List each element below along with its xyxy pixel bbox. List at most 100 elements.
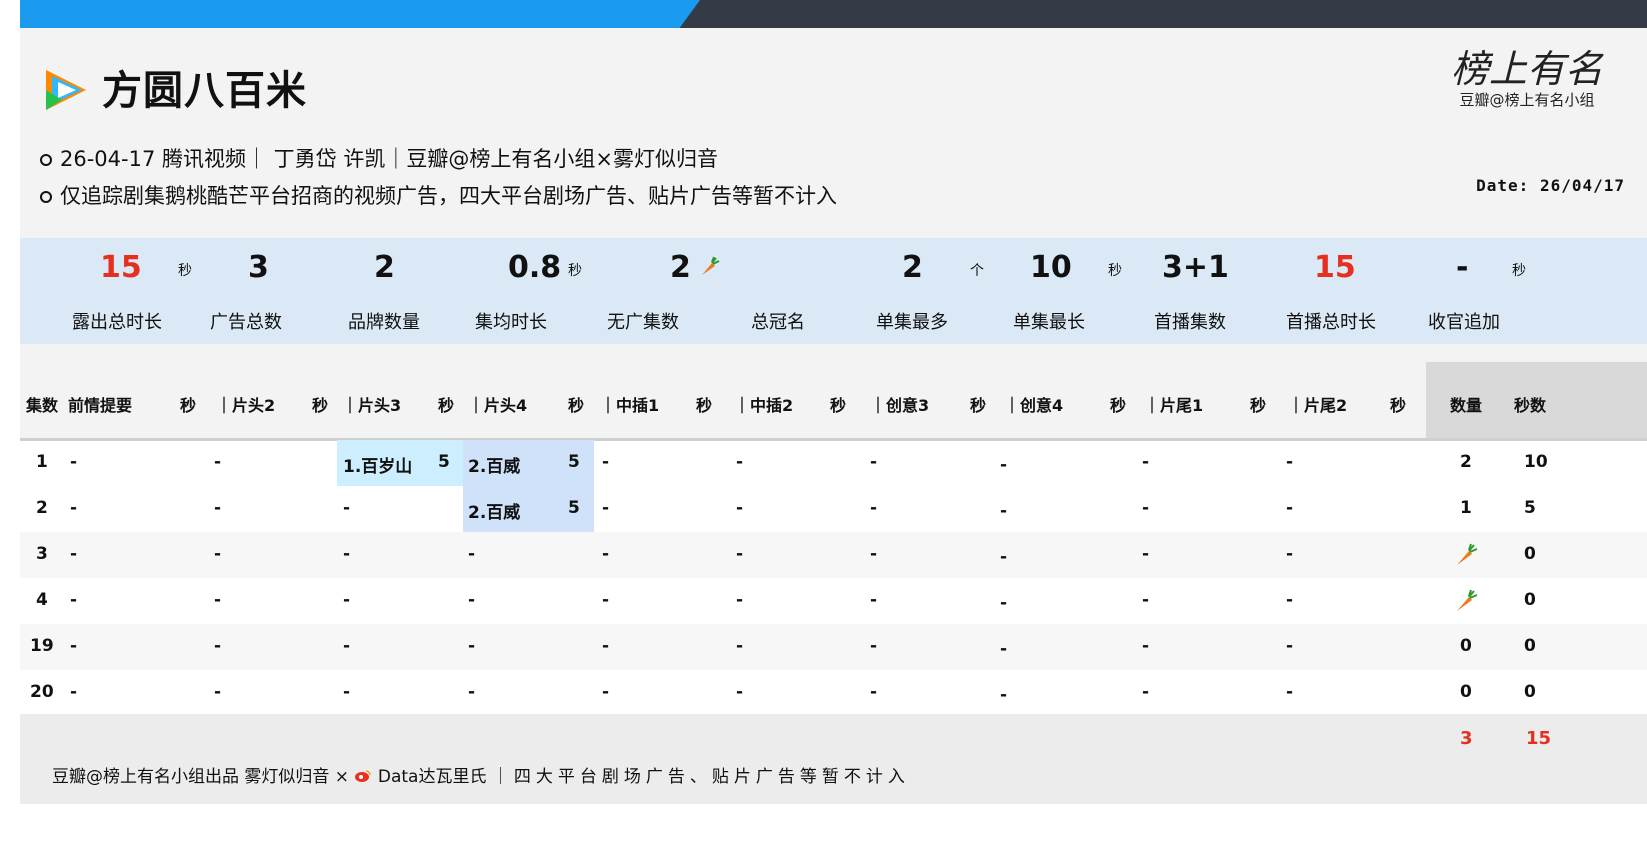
col-sec: 秒 bbox=[1390, 396, 1407, 415]
footer: 3 15 豆瓣@榜上有名小组出品 雾灯似归音 × Data达瓦里氏 ｜四大平台剧… bbox=[20, 714, 1647, 804]
carrot-icon bbox=[702, 256, 720, 275]
cell-value: - bbox=[214, 498, 222, 518]
cell-value: - bbox=[602, 682, 610, 702]
cell-value: - bbox=[1286, 498, 1294, 518]
bullet-icon bbox=[40, 154, 52, 166]
page-title: 方圆八百米 bbox=[102, 68, 307, 114]
col-sec: 秒 bbox=[568, 396, 585, 415]
cell-value: - bbox=[214, 452, 222, 472]
stat-premiere-duration-label: 首播总时长 bbox=[1286, 312, 1376, 333]
table-row: 2 - - - 2.百威 5 - - - - - - 1 5 bbox=[20, 486, 1647, 532]
col-sec: 秒 bbox=[1110, 396, 1127, 415]
cell-value: 1.百岁山 bbox=[343, 457, 413, 477]
carrot-icon bbox=[1457, 543, 1478, 565]
cell-value: - bbox=[1000, 685, 1008, 705]
stat-max-per-episode-value: 2 bbox=[902, 250, 923, 285]
stat-ad-count-value: 3 bbox=[248, 250, 269, 285]
col-sec: 秒 bbox=[970, 396, 987, 415]
col-sec: 秒 bbox=[312, 396, 329, 415]
col-sec: 秒 bbox=[830, 396, 847, 415]
cell-value: - bbox=[1286, 682, 1294, 702]
col-sec: 秒 bbox=[1250, 396, 1267, 415]
cell-value: - bbox=[70, 498, 78, 518]
cell-secs: 10 bbox=[1524, 452, 1548, 472]
cell-value: - bbox=[70, 636, 78, 656]
stat-no-ad-episodes-label: 无广集数 bbox=[607, 312, 679, 333]
brand-watermark: 榜上有名 豆瓣@榜上有名小组 bbox=[1437, 38, 1617, 110]
col-ending-1: ｜片尾1 bbox=[1144, 396, 1204, 415]
cell-value: - bbox=[1142, 498, 1150, 518]
cell-value: - bbox=[602, 498, 610, 518]
col-sec: 秒 bbox=[438, 396, 455, 415]
stat-premiere-episodes-label: 首播集数 bbox=[1154, 312, 1226, 333]
stat-finale-extra-value: - bbox=[1456, 250, 1469, 285]
stat-longest-episode-value: 10 bbox=[1030, 250, 1072, 285]
cell-episode: 19 bbox=[30, 636, 54, 656]
table-header-summary: 数量 秒数 bbox=[1426, 362, 1647, 438]
cell-value: - bbox=[343, 636, 351, 656]
stat-max-per-episode-unit: 个 bbox=[970, 263, 984, 279]
stat-brand-count-value: 2 bbox=[374, 250, 395, 285]
cell-value: - bbox=[1142, 452, 1150, 472]
col-midroll-1: ｜中插1 bbox=[600, 396, 660, 415]
cell-value: - bbox=[1000, 501, 1008, 521]
header: 方圆八百米 榜上有名 豆瓣@榜上有名小组 26-04-17 腾讯视频｜ 丁勇岱 … bbox=[20, 28, 1647, 238]
cell-value: - bbox=[1286, 544, 1294, 564]
stat-avg-duration-unit: 秒 bbox=[568, 263, 582, 279]
stat-finale-extra-label: 收官追加 bbox=[1428, 312, 1500, 333]
cell-value: - bbox=[70, 590, 78, 610]
stat-avg-duration-value: 0.8 bbox=[508, 250, 562, 285]
cell-value: - bbox=[214, 544, 222, 564]
table-row: 20 - - - - - - - - - - 0 0 bbox=[20, 670, 1647, 716]
stat-longest-episode-unit: 秒 bbox=[1108, 263, 1122, 279]
stat-ad-count-label: 广告总数 bbox=[210, 312, 282, 333]
stat-total-exposure-value: 15 bbox=[100, 250, 142, 285]
spacer bbox=[20, 344, 1647, 362]
cell-secs: 5 bbox=[1524, 498, 1536, 518]
stat-title-sponsor-label: 总冠名 bbox=[751, 312, 805, 333]
col-episode: 集数 bbox=[26, 396, 59, 415]
footer-note: ｜四大平台剧场广告、贴片广告等暂不计入 bbox=[491, 767, 910, 787]
brand-subtitle: 豆瓣@榜上有名小组 bbox=[1459, 91, 1595, 109]
cell-seconds: 5 bbox=[568, 452, 580, 472]
cell-value: - bbox=[1142, 544, 1150, 564]
cell-episode: 1 bbox=[36, 452, 48, 472]
stat-finale-extra-unit: 秒 bbox=[1512, 263, 1526, 279]
cell-secs: 0 bbox=[1524, 544, 1536, 564]
cell-value: 2.百威 bbox=[468, 503, 521, 523]
col-opening-2: ｜片头2 bbox=[216, 396, 276, 415]
cell-value: - bbox=[870, 498, 878, 518]
cell-value: - bbox=[70, 544, 78, 564]
cell-value: - bbox=[1000, 547, 1008, 567]
cell-value: - bbox=[1286, 452, 1294, 472]
footer-credit-text: 豆瓣@榜上有名小组出品 雾灯似归音 × bbox=[52, 767, 350, 787]
col-creative-4: ｜创意4 bbox=[1004, 396, 1064, 415]
cell-value: - bbox=[736, 544, 744, 564]
cell-seconds: 5 bbox=[438, 452, 450, 472]
date-label: Date: 26/04/17 bbox=[1476, 176, 1625, 195]
cell-episode: 20 bbox=[30, 682, 54, 702]
cell-value: - bbox=[1286, 590, 1294, 610]
cell-value: - bbox=[343, 498, 351, 518]
stat-total-exposure-label: 露出总时长 bbox=[72, 312, 162, 333]
footer-weibo-handle: Data达瓦里氏 bbox=[377, 767, 487, 787]
cell-value: - bbox=[343, 590, 351, 610]
cell-count: 1 bbox=[1460, 498, 1472, 518]
col-opening-3: ｜片头3 bbox=[342, 396, 402, 415]
cell-value: - bbox=[1142, 590, 1150, 610]
cell-value: - bbox=[468, 682, 476, 702]
table-header: 集数 前情提要 秒 ｜片头2 秒 ｜片头3 秒 ｜片头4 秒 ｜中插1 秒 ｜中… bbox=[20, 362, 1647, 438]
cell-value: - bbox=[343, 544, 351, 564]
table-row: 19 - - - - - - - - - - 0 0 bbox=[20, 624, 1647, 670]
cell-count: 2 bbox=[1460, 452, 1472, 472]
col-opening-4: ｜片头4 bbox=[468, 396, 528, 415]
meta-line-2: 仅追踪剧集鹅桃酷芒平台招商的视频广告，四大平台剧场广告、贴片广告等暂不计入 bbox=[40, 180, 837, 210]
cell-value: - bbox=[736, 636, 744, 656]
col-recap: 前情提要 bbox=[68, 396, 133, 415]
cell-value: - bbox=[736, 452, 744, 472]
stat-no-ad-episodes-value: 2 bbox=[670, 250, 691, 285]
cell-value: - bbox=[870, 682, 878, 702]
cell-secs: 0 bbox=[1524, 636, 1536, 656]
cell-value: - bbox=[70, 452, 78, 472]
stat-avg-duration-label: 集均时长 bbox=[475, 312, 547, 333]
